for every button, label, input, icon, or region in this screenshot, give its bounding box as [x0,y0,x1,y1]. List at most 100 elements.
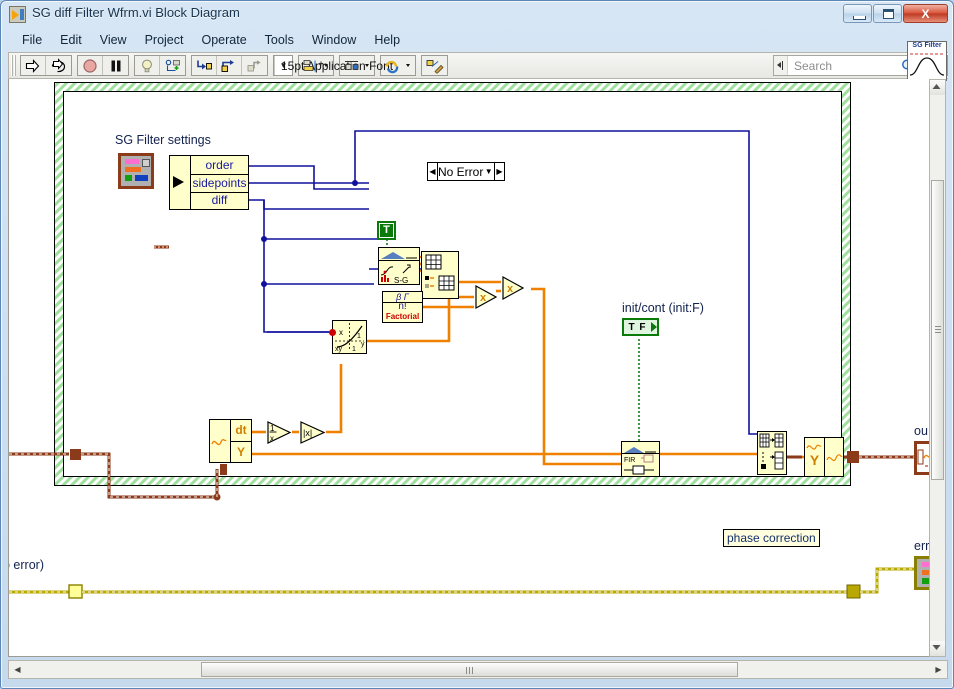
search-mode-icon[interactable] [774,56,788,75]
close-button[interactable]: X [903,4,948,23]
case-selector-next-arrow[interactable]: ▶ [493,163,504,180]
menu-item-edit[interactable]: Edit [51,31,91,49]
true-constant-label: T [380,224,393,237]
align-objects-icon[interactable] [299,56,333,75]
scroll-right-button[interactable]: ▶ [931,662,946,677]
multiply-node-1[interactable]: x [474,284,498,310]
array-subset-node[interactable] [757,431,787,475]
step-out-button[interactable] [242,56,267,75]
init-cont-label: init/cont (init:F) [622,301,704,315]
labview-block-diagram-window: SG diff Filter Wfrm.vi Block Diagram X F… [0,0,954,689]
window-controls: X [843,4,948,23]
menu-bar: File Edit View Project Operate Tools Win… [7,29,949,51]
menu-item-operate[interactable]: Operate [192,31,255,49]
run-button[interactable] [21,56,46,75]
case-selector[interactable]: ◀ No Error ▼ ▶ [427,162,505,181]
case-selector-value[interactable]: No Error [438,165,483,179]
factorial-sub-label: n! [398,301,407,312]
step-over-button[interactable] [217,56,242,75]
distribute-objects-button[interactable] [339,55,375,76]
menu-item-project[interactable]: Project [136,31,193,49]
unbundle-field-order[interactable]: order [191,156,248,175]
factorial-node[interactable]: β Γ n! Factorial [382,291,423,323]
maximize-button[interactable] [873,4,902,23]
multiply-node-2[interactable]: x [501,275,525,301]
reciprocal-node[interactable]: 1 x [266,420,292,445]
factorial-label: Factorial [385,312,420,321]
horizontal-scrollbar[interactable]: ◀ ▶ [8,660,948,679]
abort-stop-icon [83,58,97,73]
svg-text:|x|: |x| [303,428,312,438]
run-button-group [20,55,72,76]
unbundle-by-name[interactable]: order sidepoints diff [169,155,249,210]
scroll-left-button[interactable]: ◀ [10,662,25,677]
reorder-objects-icon[interactable] [381,56,415,75]
scroll-up-button[interactable] [930,80,945,95]
menu-item-tools[interactable]: Tools [256,31,303,49]
true-boolean-constant[interactable]: T [377,221,396,240]
step-over-icon [221,59,234,72]
unbundle-field-diff[interactable]: diff [191,192,248,209]
vertical-scrollbar-thumb[interactable] [931,180,944,480]
phase-correction-label[interactable]: phase correction [723,529,820,547]
search-box[interactable]: Search [773,55,923,76]
svg-text:1: 1 [357,333,361,340]
minimize-button[interactable] [843,4,872,23]
clean-up-diagram-icon[interactable] [422,56,447,75]
highlight-execution-button[interactable] [135,56,160,75]
unbundle-field-sidepoints[interactable]: sidepoints [191,174,248,193]
scroll-down-button[interactable] [930,641,945,656]
chevron-down-icon [932,645,941,650]
case-selector-prev-arrow[interactable]: ◀ [428,163,438,180]
waveform-input-tunnel [70,449,81,460]
block-diagram-canvas[interactable]: ◀ No Error ▼ ▶ SG Filter settings order … [8,79,932,657]
svg-text:S-G: S-G [394,276,408,285]
unbundle-arrow-icon [173,176,184,188]
reorder-objects-button[interactable] [380,55,416,76]
false-boolean-constant[interactable]: T F [622,318,659,336]
run-arrow-icon [25,58,40,73]
horizontal-scrollbar-thumb[interactable] [201,662,738,677]
svg-text:x: x [507,283,514,295]
svg-text:xy: xy [335,346,343,353]
retain-wire-values-button[interactable] [160,56,185,75]
sg-filter-settings-cluster-terminal[interactable] [118,153,154,189]
svg-text:x: x [270,434,274,443]
power-of-x-node[interactable]: x 1 y xy 1 [329,320,367,354]
run-continuously-button[interactable] [46,56,71,75]
vi-icon-pane[interactable]: SG Filter [907,41,947,81]
build-waveform-node[interactable]: Y [804,437,844,477]
font-selector[interactable]: 15pt Application Font ▼ [273,55,393,76]
toolbar-grip[interactable] [11,55,17,76]
distribute-objects-icon[interactable] [340,56,374,75]
debug-group [134,55,186,76]
search-input[interactable]: Search [788,59,899,73]
execution-control-group [77,55,129,76]
index-array-node[interactable] [421,251,459,299]
absolute-value-node[interactable]: |x| [299,420,326,445]
bell-curve-icon [909,53,945,76]
menu-item-help[interactable]: Help [365,31,409,49]
menu-item-window[interactable]: Window [303,31,365,49]
vertical-scrollbar[interactable] [929,79,946,657]
step-out-icon [247,59,261,71]
abort-execution-button[interactable] [78,56,103,75]
menu-item-file[interactable]: File [13,31,51,49]
align-objects-button[interactable] [298,55,334,76]
fir-filter-node[interactable]: FIR [621,441,660,477]
menu-item-view[interactable]: View [91,31,136,49]
waveform-component-dt[interactable]: dt [231,420,251,442]
get-waveform-components-node[interactable]: dt Y [209,419,252,475]
clean-up-diagram-button[interactable] [421,55,448,76]
waveform-component-y[interactable]: Y [231,442,251,462]
waveform-component-terminal [220,464,227,475]
svg-text:FIR: FIR [624,457,635,464]
step-into-button[interactable] [192,56,217,75]
vi-icon-caption: SG Filter [912,42,942,49]
savitzky-golay-coefficients-node[interactable]: S-G [378,247,420,285]
error-out-tunnel [846,584,861,599]
minimize-icon [853,16,866,20]
waveform-output-tunnel [847,451,859,463]
case-selector-dropdown-caret[interactable]: ▼ [483,167,494,176]
pause-button[interactable] [103,56,128,75]
